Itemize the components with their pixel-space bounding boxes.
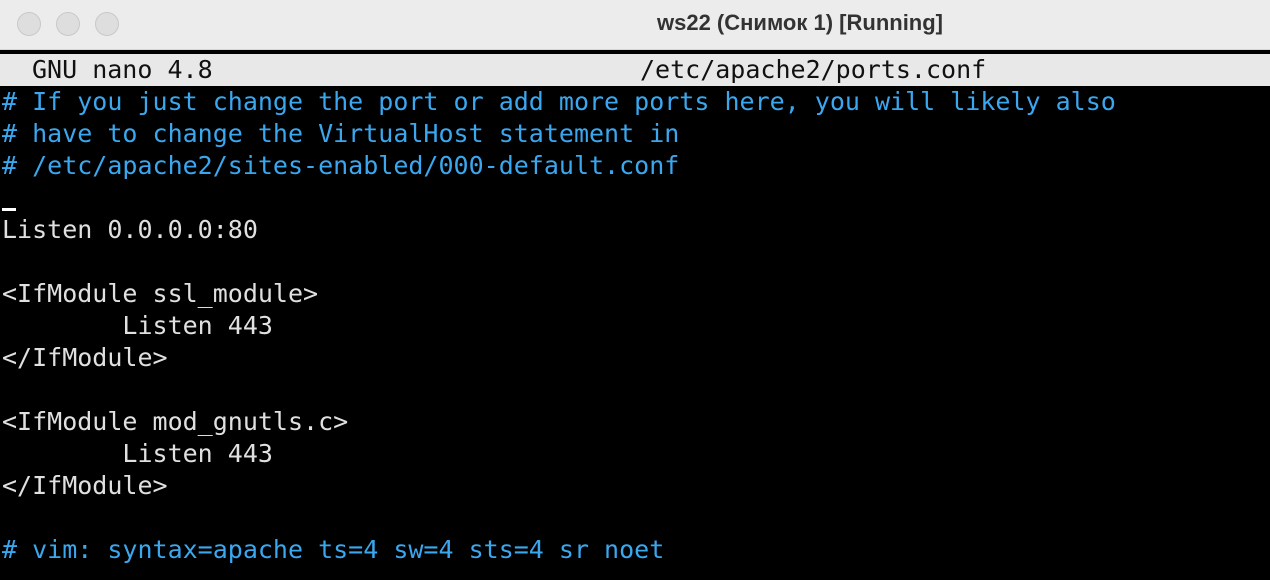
nano-title-bar: GNU nano 4.8 /etc/apache2/ports.conf [0,54,1270,86]
editor-line-5[interactable]: Listen 0.0.0.0:80 [2,214,258,246]
editor-line-7[interactable]: <IfModule ssl_module> [2,278,318,310]
editor-line-13[interactable]: </IfModule> [2,470,168,502]
vm-window: ws22 (Снимок 1) [Running] GNU nano 4.8 /… [0,0,1270,580]
editor-line-3[interactable]: # /etc/apache2/sites-enabled/000-default… [2,150,679,182]
terminal-area[interactable]: GNU nano 4.8 /etc/apache2/ports.conf # I… [0,50,1270,580]
editor-line-15[interactable]: # vim: syntax=apache ts=4 sw=4 sts=4 sr … [2,534,664,566]
editor-line-8[interactable]: Listen 443 [2,310,273,342]
editor-line-12[interactable]: Listen 443 [2,438,273,470]
editor-line-9[interactable]: </IfModule> [2,342,168,374]
nano-file-path: /etc/apache2/ports.conf [640,55,987,84]
editor-line-2[interactable]: # have to change the VirtualHost stateme… [2,118,679,150]
text-cursor [2,208,16,211]
editor-line-11[interactable]: <IfModule mod_gnutls.c> [2,406,348,438]
window-titlebar[interactable]: ws22 (Снимок 1) [Running] [0,0,1270,50]
nano-version-label: GNU nano 4.8 [32,55,213,84]
window-title: ws22 (Снимок 1) [Running] [656,10,944,35]
editor-line-1[interactable]: # If you just change the port or add mor… [2,86,1116,118]
